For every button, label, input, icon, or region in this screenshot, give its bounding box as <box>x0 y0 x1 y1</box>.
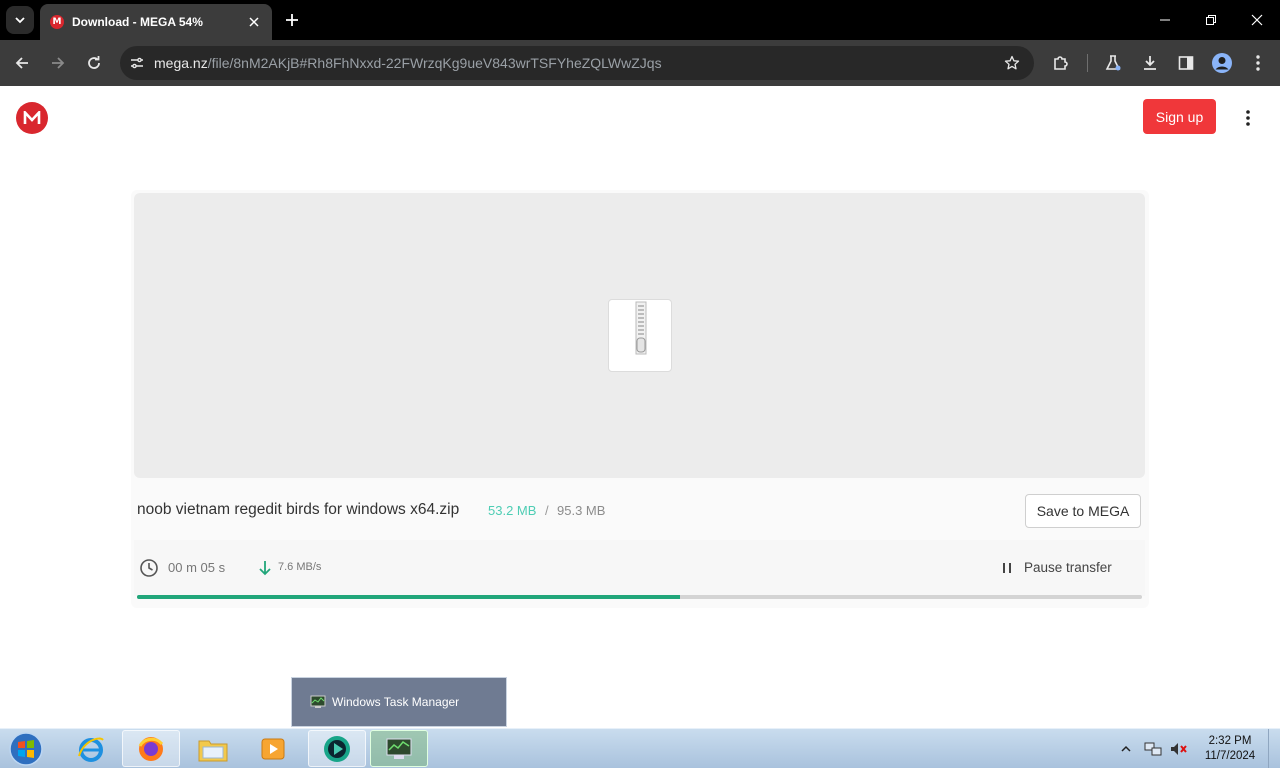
forward-button[interactable] <box>44 49 72 77</box>
tab-search-button[interactable] <box>6 6 34 34</box>
close-icon <box>1251 14 1263 26</box>
transfer-speed: 7.6 MB/s <box>278 561 322 573</box>
window-controls <box>1142 0 1280 40</box>
site-info-button[interactable] <box>120 46 154 80</box>
task-manager-icon <box>310 695 326 708</box>
show-desktop-button[interactable] <box>1268 729 1280 768</box>
pause-icon[interactable] <box>1000 561 1014 575</box>
url-path: /file/8nM2AKjB#Rh8FhNxxd-22FWrzqKg9ueV84… <box>207 55 662 71</box>
close-icon <box>249 17 259 27</box>
url-domain: mega.nz <box>154 55 208 71</box>
mega-m-icon <box>23 111 41 124</box>
internet-explorer-icon <box>78 737 104 762</box>
puzzle-icon <box>1054 56 1068 70</box>
plus-icon <box>286 14 298 26</box>
show-hidden-icons-icon[interactable] <box>1120 743 1132 755</box>
minimize-icon <box>1160 19 1170 21</box>
task-manager-icon <box>386 738 412 759</box>
url-text: mega.nz/file/8nM2AKjB#Rh8FhNxxd-22FWrzqK… <box>154 55 662 71</box>
time-remaining: 00 m 05 s <box>168 560 226 575</box>
mega-favicon-icon: M <box>50 15 64 29</box>
volume-muted-icon[interactable] <box>1170 741 1188 757</box>
task-manager-thumbnail-label: Windows Task Manager <box>332 695 460 709</box>
toolbar-divider <box>1087 54 1088 72</box>
side-panel-icon <box>1178 56 1194 70</box>
taskbar-clock[interactable]: 2:32 PM 11/7/2024 <box>1196 734 1264 764</box>
download-progress-bar <box>137 595 1142 599</box>
media-player-icon <box>261 738 285 759</box>
avatar-icon <box>1212 53 1232 73</box>
arrow-left-icon <box>15 57 28 69</box>
close-window-button[interactable] <box>1234 0 1280 40</box>
tune-icon <box>131 57 143 69</box>
download-progress-fill <box>137 595 680 599</box>
pause-transfer-button[interactable]: Pause transfer <box>1024 560 1112 575</box>
start-button[interactable] <box>6 731 46 767</box>
taskbar-task-manager[interactable] <box>370 730 428 767</box>
mega-logo[interactable] <box>16 102 48 134</box>
reload-button[interactable] <box>80 49 108 77</box>
browser-menu-button[interactable] <box>1244 49 1272 77</box>
restore-icon <box>1206 15 1216 25</box>
taskbar-media-player[interactable] <box>244 730 302 767</box>
more-vertical-icon <box>1246 110 1250 126</box>
app-icon <box>324 735 350 762</box>
side-panel-button[interactable] <box>1172 49 1200 77</box>
tab-bar: M Download - MEGA 54% <box>0 0 1280 40</box>
taskbar-internet-explorer[interactable] <box>62 730 120 767</box>
extensions-button[interactable] <box>1047 49 1075 77</box>
system-tray <box>1120 729 1188 768</box>
tab-close-button[interactable] <box>246 14 262 30</box>
network-icon[interactable] <box>1144 741 1162 757</box>
downloaded-size: 53.2 MB <box>488 503 537 518</box>
taskbar-date: 11/7/2024 <box>1204 750 1256 762</box>
file-name: noob vietnam regedit birds for windows x… <box>137 501 460 518</box>
profile-button[interactable] <box>1208 49 1236 77</box>
taskbar-chrome-app[interactable] <box>308 730 366 767</box>
firefox-icon <box>138 736 164 761</box>
star-icon <box>1004 55 1020 70</box>
folder-icon <box>198 740 228 761</box>
taskbar-time: 2:32 PM <box>1208 735 1252 747</box>
tab-title: Download - MEGA 54% <box>72 15 203 29</box>
windows-logo-icon <box>9 732 43 766</box>
page-menu-button[interactable] <box>1238 106 1258 130</box>
save-to-mega-button[interactable]: Save to MEGA <box>1025 494 1141 528</box>
address-bar[interactable]: mega.nz/file/8nM2AKjB#Rh8FhNxxd-22FWrzqK… <box>120 46 1034 80</box>
downloads-button[interactable] <box>1136 49 1164 77</box>
reload-icon <box>88 56 100 69</box>
flask-icon <box>1105 55 1121 71</box>
tab-active[interactable]: M Download - MEGA 54% <box>40 4 272 40</box>
sign-up-button[interactable]: Sign up <box>1143 99 1216 134</box>
zip-file-icon <box>608 299 672 372</box>
taskbar-firefox[interactable] <box>122 730 180 767</box>
download-icon <box>1144 56 1156 70</box>
taskbar-file-explorer[interactable] <box>184 730 242 767</box>
arrow-right-icon <box>52 57 65 69</box>
more-vertical-icon <box>1256 55 1260 71</box>
clock-icon <box>140 559 158 577</box>
new-tab-button[interactable] <box>282 10 302 30</box>
browser-toolbar: mega.nz/file/8nM2AKjB#Rh8FhNxxd-22FWrzqK… <box>0 40 1280 86</box>
bookmark-button[interactable] <box>1002 53 1022 73</box>
taskbar: 2:32 PM 11/7/2024 <box>0 728 1280 768</box>
task-manager-thumbnail[interactable]: Windows Task Manager <box>291 677 507 727</box>
back-button[interactable] <box>8 49 36 77</box>
chevron-down-icon <box>15 17 25 24</box>
labs-button[interactable] <box>1099 49 1127 77</box>
arrow-down-icon <box>259 561 271 576</box>
minimize-button[interactable] <box>1142 0 1188 40</box>
restore-button[interactable] <box>1188 0 1234 40</box>
total-size: 95.3 MB <box>557 503 606 518</box>
size-separator: / <box>545 503 549 518</box>
